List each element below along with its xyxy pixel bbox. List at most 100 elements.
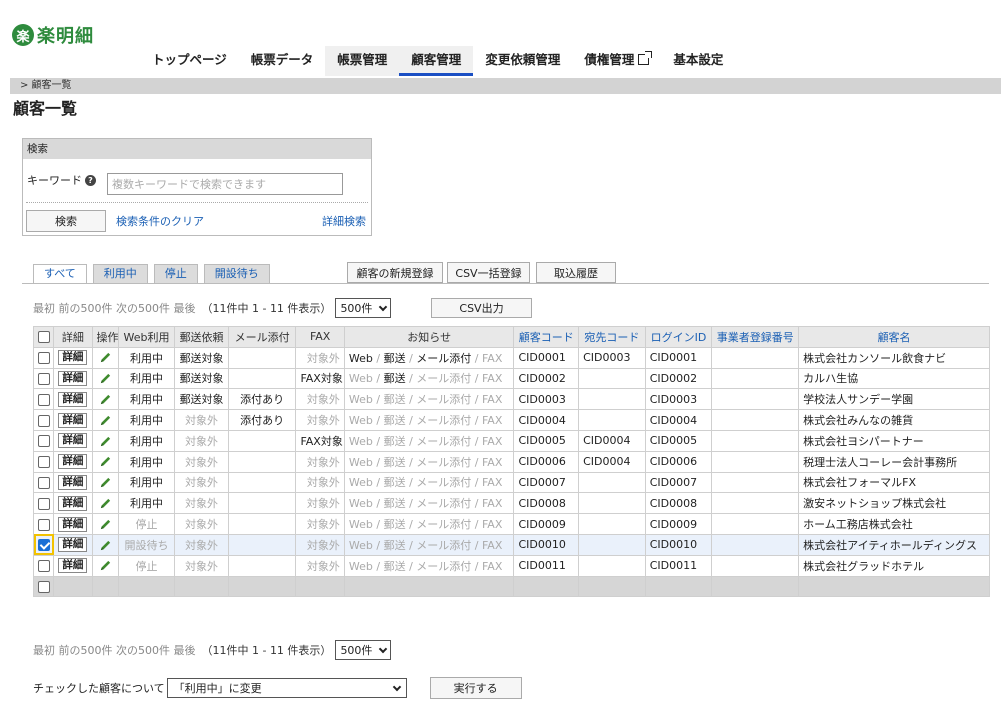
row-select[interactable]	[32, 554, 55, 577]
row-select[interactable]	[32, 450, 55, 473]
row-checkbox[interactable]	[38, 352, 50, 365]
pager-links-bottom[interactable]: 最初 前の500件 次の500件 最後	[33, 642, 195, 658]
table-row[interactable]: 詳細 利用中 対象外 FAX対象 Web / 郵送 / メール添付 / FAX CID00…	[32, 429, 990, 452]
per-page-select[interactable]: 500件	[335, 298, 392, 318]
header-customer-name[interactable]: 顧客名	[798, 326, 990, 348]
detail-button[interactable]: 詳細	[58, 454, 88, 470]
table-row[interactable]: 詳細 利用中 対象外 対象外 Web / 郵送 / メール添付 / FAX CID0007…	[32, 471, 990, 494]
tab-suspended[interactable]: 停止	[153, 264, 198, 284]
header-registration-no[interactable]: 事業者登録番号	[711, 326, 800, 348]
table-row[interactable]: 詳細 停止 対象外 対象外 Web / 郵送 / メール添付 / FAX CID0011 C…	[32, 554, 990, 577]
detail-button[interactable]: 詳細	[58, 495, 88, 511]
detail-button[interactable]: 詳細	[58, 474, 88, 490]
row-checkbox[interactable]	[38, 539, 50, 552]
row-checkbox[interactable]	[38, 518, 50, 531]
header-customer-code[interactable]: 顧客コード	[513, 326, 580, 348]
bulk-action-select[interactable]: 「利用中」に変更	[166, 678, 407, 698]
header-dest-code[interactable]: 宛先コード	[578, 326, 646, 348]
row-select[interactable]	[32, 471, 55, 494]
detail-button[interactable]: 詳細	[58, 350, 88, 366]
table-row[interactable]: 詳細 利用中 対象外 対象外 Web / 郵送 / メール添付 / FAX CID0006…	[32, 450, 990, 473]
row-select[interactable]	[32, 492, 55, 515]
table-row[interactable]: 詳細 利用中 郵送対象 対象外 Web / 郵送 / メール添付 / FAX CID000…	[32, 346, 990, 369]
nav-top-page[interactable]: トップページ	[140, 46, 239, 76]
nav-customer-management[interactable]: 顧客管理	[399, 46, 474, 76]
pencil-icon[interactable]	[99, 455, 112, 468]
row-checkbox[interactable]	[38, 560, 50, 573]
pager-links[interactable]: 最初 前の500件 次の500件 最後	[33, 300, 195, 316]
nav-form-data[interactable]: 帳票データ	[239, 46, 326, 76]
detail-button[interactable]: 詳細	[58, 516, 88, 532]
advanced-search-link[interactable]: 詳細検索	[322, 213, 366, 229]
pencil-icon[interactable]	[99, 497, 112, 510]
detail-button[interactable]: 詳細	[58, 537, 88, 553]
clear-conditions-link[interactable]: 検索条件のクリア	[116, 213, 204, 229]
nav-receivables[interactable]: 債権管理	[572, 46, 661, 76]
row-select[interactable]	[32, 429, 55, 452]
login-id: CID0005	[644, 429, 713, 452]
mail-status: 対象外	[174, 409, 229, 431]
notice-part: Web	[348, 393, 373, 407]
import-history-button[interactable]: 取込履歴	[536, 262, 616, 283]
row-checkbox[interactable]	[38, 435, 50, 448]
nav-change-request[interactable]: 変更依頼管理	[473, 46, 572, 76]
row-checkbox[interactable]	[38, 414, 50, 427]
table-row[interactable]: 詳細 開設待ち 対象外 対象外 Web / 郵送 / メール添付 / FAX CID001…	[32, 533, 990, 556]
attach-status	[227, 367, 297, 390]
row-select[interactable]	[32, 367, 55, 390]
pencil-icon[interactable]	[99, 476, 112, 489]
footer-cell	[117, 575, 176, 598]
execute-button[interactable]: 実行する	[429, 677, 522, 699]
table-row[interactable]: 詳細 利用中 対象外 添付あり 対象外 Web / 郵送 / メール添付 / FAX CID…	[32, 409, 990, 431]
detail-button[interactable]: 詳細	[58, 433, 88, 449]
row-checkbox[interactable]	[38, 497, 50, 510]
detail-button[interactable]: 詳細	[58, 412, 88, 428]
logo[interactable]: 楽 楽明細	[12, 22, 94, 48]
table-row[interactable]: 詳細 利用中 郵送対象 添付あり 対象外 Web / 郵送 / メール添付 / FAX CI…	[32, 388, 990, 411]
tab-all[interactable]: すべて	[33, 264, 87, 284]
nav-form-management[interactable]: 帳票管理	[325, 46, 400, 76]
row-select[interactable]	[32, 388, 55, 411]
table-row[interactable]: 詳細 利用中 郵送対象 FAX対象 Web / 郵送 / メール添付 / FAX CID0…	[32, 367, 990, 390]
pencil-icon[interactable]	[99, 413, 112, 426]
select-all-checkbox[interactable]	[38, 331, 50, 344]
search-button[interactable]: 検索	[26, 210, 106, 232]
row-select[interactable]	[32, 409, 55, 431]
pencil-icon[interactable]	[99, 517, 112, 530]
row-select[interactable]	[32, 513, 55, 535]
edit-cell	[91, 554, 119, 577]
row-checkbox[interactable]	[38, 393, 50, 406]
per-page-select-bottom[interactable]: 500件	[335, 640, 392, 660]
row-checkbox[interactable]	[38, 476, 50, 489]
header-login-id[interactable]: ログインID	[644, 326, 713, 348]
tab-active[interactable]: 利用中	[92, 264, 148, 284]
table-row[interactable]: 詳細 利用中 対象外 対象外 Web / 郵送 / メール添付 / FAX CID0008…	[32, 492, 990, 515]
header-select-all[interactable]	[32, 326, 55, 348]
footer-select[interactable]	[32, 575, 55, 598]
nav-basic-settings[interactable]: 基本設定	[661, 46, 735, 76]
detail-button[interactable]: 詳細	[58, 370, 88, 386]
pencil-icon[interactable]	[99, 372, 112, 385]
tab-pending[interactable]: 開設待ち	[203, 264, 270, 284]
notice-part: 郵送	[383, 497, 406, 511]
help-icon[interactable]: ?	[85, 174, 96, 186]
pencil-icon[interactable]	[99, 351, 112, 364]
keyword-input[interactable]	[107, 173, 343, 195]
pencil-icon[interactable]	[99, 393, 112, 406]
pencil-icon[interactable]	[99, 538, 112, 551]
footer-checkbox[interactable]	[38, 580, 50, 593]
table-row[interactable]: 詳細 停止 対象外 対象外 Web / 郵送 / メール添付 / FAX CID0009 C…	[32, 513, 990, 535]
row-select[interactable]	[32, 346, 55, 369]
csv-bulk-register-button[interactable]: CSV一括登録	[447, 262, 530, 283]
detail-button[interactable]: 詳細	[58, 558, 88, 574]
row-checkbox[interactable]	[38, 372, 50, 385]
customer-name: ホーム工務店株式会社	[798, 513, 990, 535]
csv-export-button[interactable]: CSV出力	[431, 298, 532, 318]
pencil-icon[interactable]	[99, 559, 112, 572]
detail-button[interactable]: 詳細	[58, 391, 88, 407]
new-customer-button[interactable]: 顧客の新規登録	[347, 262, 443, 283]
footer-cell	[644, 575, 713, 598]
row-checkbox[interactable]	[38, 456, 50, 469]
row-select[interactable]	[32, 533, 55, 556]
pencil-icon[interactable]	[99, 434, 112, 447]
